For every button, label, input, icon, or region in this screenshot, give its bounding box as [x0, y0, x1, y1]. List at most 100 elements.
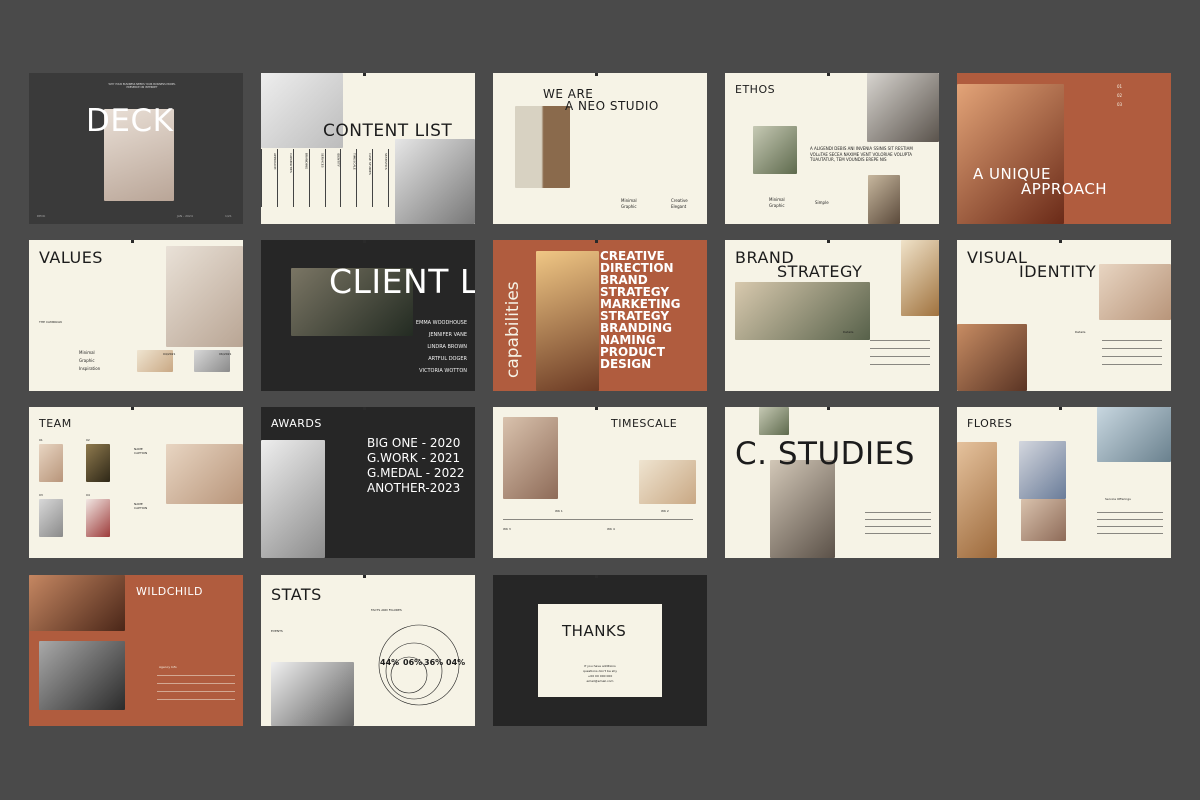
divider [157, 691, 235, 692]
slide-timescale[interactable]: TIMESCALE WK 1 WK 2 WK 3 WK 4 [493, 407, 707, 558]
events-label: EVENTS [271, 629, 283, 633]
team-member-photo [39, 444, 63, 482]
thanks-phone: +00 00 000 000 [587, 674, 613, 678]
slide-pin [1059, 407, 1062, 410]
woman-standing-photo [868, 175, 900, 224]
slide-neo-studio[interactable]: WE ARE A NEO STUDIO Minimal Graphic Crea… [493, 73, 707, 224]
content-item: BRANDING [292, 149, 309, 207]
slide-deck[interactable]: DECK WHY YOUR BUSINESS NEEDS YOUR BUSINE… [29, 73, 243, 224]
slide-title: THANKS [562, 622, 627, 640]
divider [1102, 348, 1162, 349]
slide-title: STATS [271, 585, 322, 604]
thumbnail-caption: 06/2021 [219, 352, 232, 356]
slide-title-line2: APPROACH [1021, 180, 1108, 198]
slide-values[interactable]: VALUES THE CAMPAIGN Minimal Graphic Insp… [29, 240, 243, 391]
slide-title: DECK [86, 103, 174, 139]
divider [870, 340, 930, 341]
slide-thanks[interactable]: THANKS If you have additions questions d… [493, 575, 707, 726]
award-item: ANOTHER-2023 [367, 481, 461, 495]
slide-title: CONTENT LIST [323, 121, 453, 141]
slide-visual-identity[interactable]: VISUAL IDENTITY Details [957, 240, 1171, 391]
slide-pin [595, 73, 598, 76]
woman-laughing-photo [1097, 407, 1171, 462]
socks-photo [515, 106, 570, 188]
slide-pin [363, 407, 366, 410]
slide-title: ETHOS [735, 83, 776, 96]
slide-title: CLIENT L [329, 262, 475, 301]
content-item: STATISTICS [372, 149, 389, 207]
slide-pin [595, 407, 598, 410]
row-label: 03 [1117, 102, 1123, 107]
divider [870, 348, 930, 349]
slide-unique-approach[interactable]: A UNIQUE APPROACH 01 02 03 [957, 73, 1171, 224]
slide-brand-strategy[interactable]: BRAND STRATEGY Details [725, 240, 939, 391]
woman-portrait-photo [1099, 264, 1171, 320]
ethos-quote: A ALIGENDI DEBIS ANI INVENIA SSINIS SIT … [810, 146, 913, 162]
slide-content-list[interactable]: CONTENT LIST APPROACH CAPABILITIES BRAND… [261, 73, 475, 224]
couple-photo [639, 460, 696, 504]
slide-pin [595, 575, 598, 578]
divider [870, 356, 930, 357]
divider [1097, 526, 1163, 527]
divider [870, 364, 930, 365]
woman-portrait-photo [1021, 499, 1066, 541]
slide-flores[interactable]: FLORES Service Offerings [957, 407, 1171, 558]
member-number: 04 [86, 493, 90, 497]
slide-pin [827, 73, 830, 76]
content-item: CASE STUDIES [356, 149, 372, 207]
slide-client-list[interactable]: CLIENT L EMMA WOODHOUSE JENNIFER VANE LI… [261, 240, 475, 391]
stat-value: 06% [403, 658, 423, 667]
client-name: EMMA WOODHOUSE [415, 320, 467, 326]
case-photo-top [759, 407, 789, 435]
hands-photo [503, 417, 558, 499]
stat-value: 44% [380, 658, 400, 667]
thumbnail-caption: 04/2021 [163, 352, 176, 356]
slide-title: VALUES [39, 248, 103, 267]
divider [865, 533, 931, 534]
member-number: 01 [39, 438, 43, 442]
slide-ethos[interactable]: ETHOS A ALIGENDI DEBIS ANI INVENIA SSINI… [725, 73, 939, 224]
divider [1102, 340, 1162, 341]
stats-heading: FACTS AND FIGURES [371, 608, 402, 612]
divider [157, 699, 235, 700]
slide-pin [1059, 240, 1062, 243]
redhead-portrait-photo [957, 84, 1064, 224]
slide-awards[interactable]: AWARDS BIG ONE - 2020 G.WORK - 2021 G.ME… [261, 407, 475, 558]
row-label: Graphic [769, 203, 785, 208]
service-label: Service Offerings [1105, 497, 1131, 501]
content-item: IDENTITY [324, 149, 340, 207]
slide-team[interactable]: TEAM 01 02 03 04 NAME CAPTION NAME CAPTI… [29, 407, 243, 558]
row-label: Graphic [79, 358, 95, 363]
member-number: 03 [39, 493, 43, 497]
divider [1102, 364, 1162, 365]
client-name: ARTFUL DOGER [428, 356, 467, 362]
divider [157, 683, 235, 684]
stats-photo [271, 662, 354, 726]
content-list-columns: APPROACH CAPABILITIES BRANDING SERVICES … [261, 149, 389, 207]
award-item: BIG ONE - 2020 [367, 436, 461, 450]
slide-pin [131, 240, 134, 243]
case-photo-woman [770, 460, 835, 558]
row-label: 02 [1117, 93, 1123, 98]
slide-capabilities[interactable]: capabilities CREATIVE DIRECTION BRAND ST… [493, 240, 707, 391]
slide-title: WILDCHILD [136, 585, 204, 598]
row-label: Minimal [769, 197, 785, 202]
slide-title-line2: STRATEGY [777, 262, 863, 281]
thanks-email: email@email.com [586, 679, 614, 683]
slide-pin [363, 240, 366, 243]
wildchild-top-photo [29, 575, 125, 631]
client-name: JENNIFER VANE [428, 332, 467, 338]
content-item: APPROACH [261, 149, 277, 207]
divider [865, 519, 931, 520]
slide-wildchild[interactable]: WILDCHILD Agency Info [29, 575, 243, 726]
content-item: TIMESCALE [340, 149, 356, 207]
client-name: LINDRA BROWN [427, 344, 467, 350]
slide-title-line2: A NEO STUDIO [565, 99, 659, 113]
slide-stats[interactable]: STATS FACTS AND FIGURES EVENTS 44% 06% 3… [261, 575, 475, 726]
timeline-label: WK 3 [503, 527, 511, 531]
award-item: G.MEDAL - 2022 [367, 466, 465, 480]
member-caption: NAME CAPTION [134, 502, 148, 510]
slide-page-number: 1/21 [225, 214, 232, 218]
slide-case-studies[interactable]: C. STUDIES [725, 407, 939, 558]
slide-footer: DECK [37, 214, 46, 218]
